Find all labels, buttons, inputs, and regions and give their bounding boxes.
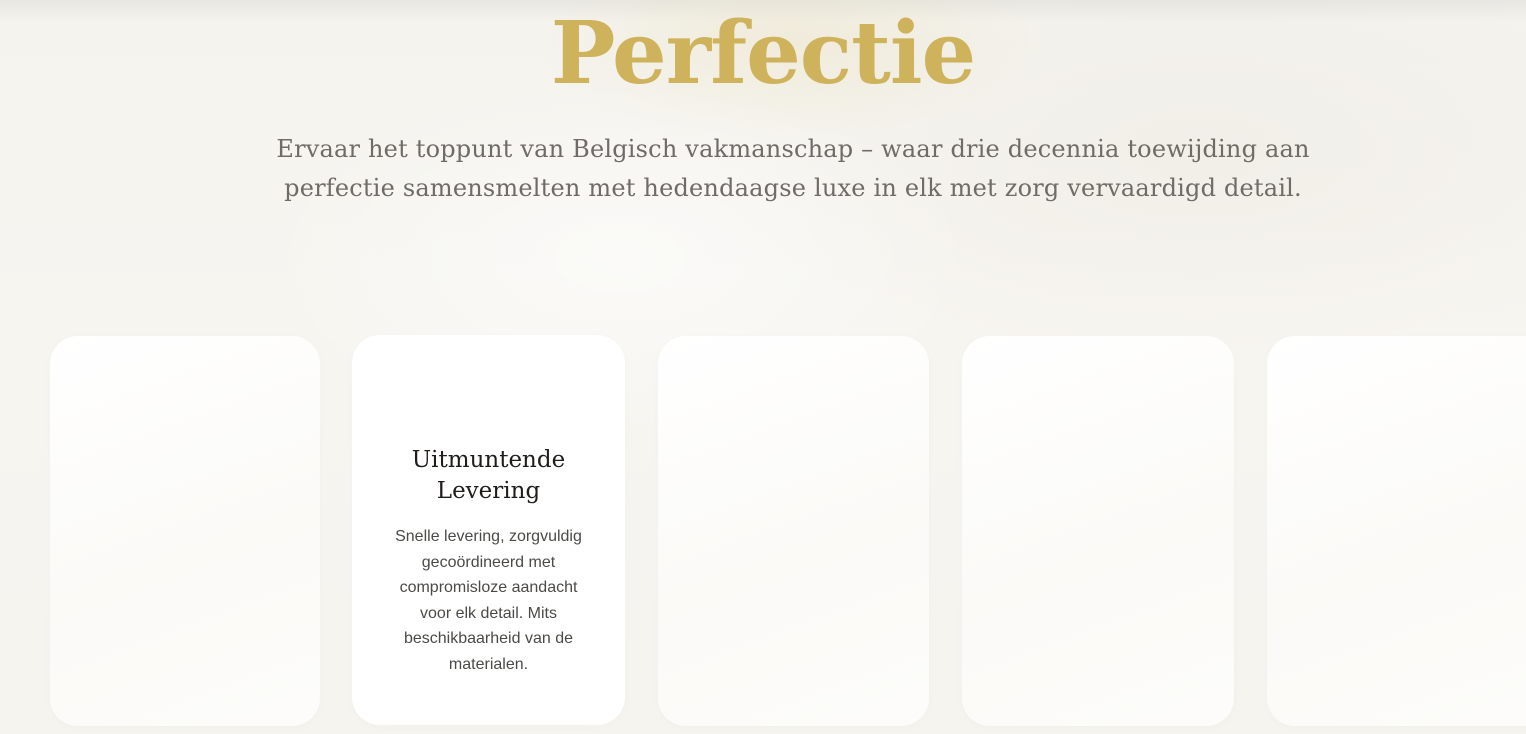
feature-card-1 xyxy=(50,336,320,726)
card-title: Uitmuntende Levering xyxy=(411,447,566,504)
page-title: Perfectie xyxy=(550,3,977,104)
card-description: Snelle levering, zorgvuldig gecoördineer… xyxy=(395,528,582,673)
hero-subtitle: Ervaar het toppunt van Belgisch vakmansc… xyxy=(276,135,1310,202)
feature-card-delivery: Uitmuntende Levering Snelle levering, zo… xyxy=(352,335,625,725)
feature-card-4 xyxy=(962,336,1234,726)
feature-card-3 xyxy=(658,336,929,726)
feature-card-5 xyxy=(1267,336,1526,726)
